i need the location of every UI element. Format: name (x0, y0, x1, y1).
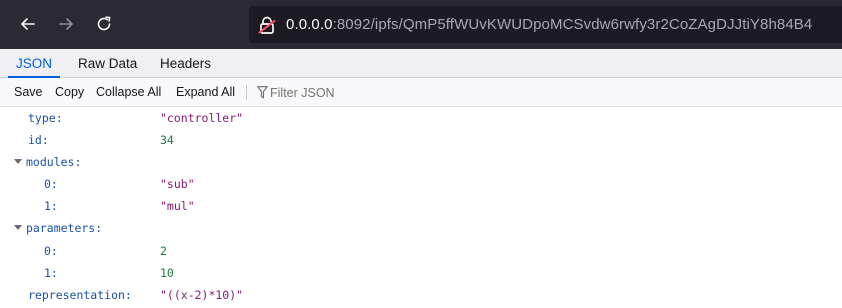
json-number-value: 10 (160, 266, 174, 280)
json-row-parameters-0[interactable]: 0: 2 (0, 240, 842, 262)
json-key: 0: (44, 177, 58, 191)
browser-toolbar: 0.0.0.0:8092/ipfs/QmP5ffWUvKWUDpoMCSvdw6… (0, 0, 842, 49)
json-key: 1: (44, 199, 58, 213)
json-row-representation[interactable]: representation: "((x-2)*10)" (0, 284, 842, 306)
expand-triangle-icon[interactable] (14, 159, 22, 164)
insecure-lock-icon[interactable] (257, 15, 277, 35)
json-key: id: (28, 133, 49, 147)
json-string-value: "sub" (160, 177, 195, 191)
filter-json-input[interactable] (270, 83, 470, 102)
json-key: type: (28, 111, 63, 125)
tab-headers[interactable]: Headers (152, 49, 219, 78)
json-row-modules-1[interactable]: 1: "mul" (0, 195, 842, 217)
json-row-id[interactable]: id: 34 (0, 129, 842, 151)
json-row-parameters-1[interactable]: 1: 10 (0, 262, 842, 284)
forward-button[interactable] (52, 10, 80, 38)
url-path: :8092/ipfs/QmP5ffWUvKWUDpoMCSvdw6rwfy3r2… (332, 16, 813, 33)
reload-button[interactable] (90, 10, 118, 38)
json-key: 1: (44, 266, 58, 280)
filter-icon (257, 86, 268, 99)
url-text[interactable]: 0.0.0.0:8092/ipfs/QmP5ffWUvKWUDpoMCSvdw6… (286, 16, 812, 33)
json-action-bar: Save Copy Collapse All Expand All (0, 78, 842, 107)
back-button[interactable] (14, 10, 42, 38)
expand-triangle-icon[interactable] (14, 225, 22, 230)
collapse-all-button[interactable]: Collapse All (93, 83, 164, 102)
url-bar[interactable]: 0.0.0.0:8092/ipfs/QmP5ffWUvKWUDpoMCSvdw6… (249, 6, 842, 43)
json-key: representation: (28, 288, 132, 302)
json-key: parameters: (26, 221, 103, 235)
json-key: modules: (26, 155, 82, 169)
json-row-type[interactable]: type: "controller" (0, 107, 842, 129)
json-number-value: 2 (160, 244, 167, 258)
viewer-tabs: JSON Raw Data Headers (0, 49, 842, 78)
divider (246, 85, 247, 100)
json-string-value: "controller" (160, 111, 244, 125)
tab-raw-data[interactable]: Raw Data (70, 49, 145, 78)
copy-button[interactable]: Copy (52, 83, 87, 102)
save-button[interactable]: Save (11, 83, 46, 102)
json-row-modules[interactable]: modules: (0, 151, 842, 173)
json-row-parameters[interactable]: parameters: (0, 217, 842, 239)
json-key: 0: (44, 244, 58, 258)
arrow-right-icon (59, 18, 73, 30)
json-number-value: 34 (160, 133, 174, 147)
json-string-value: "mul" (160, 199, 195, 213)
expand-all-button[interactable]: Expand All (173, 83, 238, 102)
tab-json[interactable]: JSON (8, 49, 61, 78)
json-string-value: "((x-2)*10)" (160, 288, 244, 302)
arrow-left-icon (21, 18, 35, 30)
json-row-modules-0[interactable]: 0: "sub" (0, 173, 842, 195)
url-host: 0.0.0.0 (286, 16, 333, 33)
reload-icon (97, 16, 111, 31)
